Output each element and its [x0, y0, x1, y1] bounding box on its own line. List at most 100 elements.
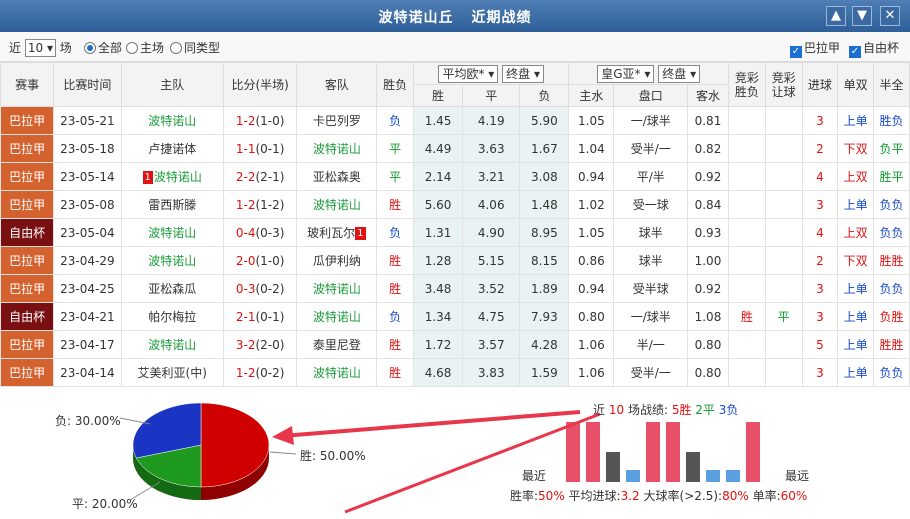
- team-name[interactable]: 波特诺山: [313, 282, 361, 296]
- arrow-down-icon[interactable]: ▼: [852, 6, 872, 26]
- team-name[interactable]: 雷西斯滕: [148, 198, 196, 212]
- league-cell[interactable]: 巴拉甲: [0, 358, 55, 387]
- table-row[interactable]: 巴拉甲 23-05-18 卢捷诺体 1-1(0-1) 波特诺山 平 4.49 3.63 1.67…: [0, 134, 910, 163]
- team-name[interactable]: 波特诺山: [148, 338, 196, 352]
- close-icon[interactable]: ✕: [880, 6, 900, 26]
- eu-mode-select[interactable]: 终盘 ▾: [502, 64, 544, 83]
- score-cell[interactable]: 2-0(1-0): [222, 246, 298, 275]
- away-team-cell[interactable]: 波特诺山: [296, 358, 378, 387]
- table-row[interactable]: 巴拉甲 23-05-08 雷西斯滕 1-2(1-2) 波特诺山 胜 5.60 4.06 1.48…: [0, 190, 910, 219]
- score-cell[interactable]: 2-1(0-1): [222, 302, 298, 331]
- away-team-cell[interactable]: 波特诺山: [296, 302, 378, 331]
- score-cell[interactable]: 1-1(0-1): [222, 134, 298, 163]
- col-lottery-handicap: 竞彩让球: [764, 62, 803, 107]
- home-team-cell[interactable]: 亚松森瓜: [120, 274, 224, 303]
- league-cell[interactable]: 自由杯: [0, 302, 55, 331]
- radio-home[interactable]: 主场: [126, 39, 164, 56]
- league-cell[interactable]: 巴拉甲: [0, 162, 55, 191]
- home-team-cell[interactable]: 波特诺山: [120, 330, 224, 359]
- home-team-cell[interactable]: 艾美利亚(中): [120, 358, 224, 387]
- team-name[interactable]: 波特诺山: [148, 114, 196, 128]
- radio-icon[interactable]: [170, 42, 182, 54]
- away-team-cell[interactable]: 玻利瓦尔 1: [296, 218, 378, 247]
- table-row[interactable]: 巴拉甲 23-04-14 艾美利亚(中) 1-2(0-2) 波特诺山胜 4.68 3.83 1…: [0, 358, 910, 387]
- oddeven-cell: 上单: [837, 302, 875, 331]
- checkbox-icon[interactable]: ✓: [790, 46, 802, 58]
- check-cup[interactable]: ✓ 自由杯: [849, 39, 899, 58]
- home-team-cell[interactable]: 波特诺山: [120, 246, 224, 275]
- away-team-cell[interactable]: 卡巴列罗: [296, 106, 378, 135]
- away-water-cell: 0.84: [687, 190, 729, 219]
- score-cell[interactable]: 1-2(0-2): [222, 358, 298, 387]
- away-team-cell[interactable]: 波特诺山: [296, 134, 378, 163]
- eu-loss-odds: 8.95: [519, 218, 570, 247]
- team-name[interactable]: 波特诺山: [313, 310, 361, 324]
- score-cell[interactable]: 2-2(2-1): [222, 162, 298, 191]
- team-name[interactable]: 波特诺山: [313, 142, 361, 156]
- team-name[interactable]: 波特诺山: [154, 170, 202, 184]
- home-water-cell: 1.04: [568, 134, 615, 163]
- radio-same-type[interactable]: 同类型: [170, 39, 220, 56]
- eu-company-select[interactable]: 平均欧* ▾: [438, 64, 499, 83]
- arrow-up-icon[interactable]: ▲: [826, 6, 846, 26]
- eu-loss-odds: 1.59: [519, 358, 570, 387]
- away-team-cell[interactable]: 亚松森奥: [296, 162, 378, 191]
- team-name[interactable]: 艾美利亚(中): [138, 366, 207, 380]
- league-cell[interactable]: 巴拉甲: [0, 106, 55, 135]
- team-name[interactable]: 亚松森奥: [313, 170, 361, 184]
- home-team-cell[interactable]: 波特诺山: [120, 218, 224, 247]
- asia-mode-select[interactable]: 终盘 ▾: [658, 64, 701, 83]
- score-cell[interactable]: 0-3(0-2): [222, 274, 298, 303]
- team-name[interactable]: 波特诺山: [313, 366, 361, 380]
- away-team-cell[interactable]: 波特诺山: [296, 190, 378, 219]
- team-name[interactable]: 卢捷诺体: [148, 142, 196, 156]
- league-cell[interactable]: 巴拉甲: [0, 190, 55, 219]
- away-team-cell[interactable]: 波特诺山: [296, 274, 378, 303]
- eu-draw-odds: 3.63: [462, 134, 521, 163]
- team-name[interactable]: 亚松森瓜: [148, 282, 196, 296]
- team-name[interactable]: 卡巴列罗: [313, 114, 361, 128]
- score-cell[interactable]: 1-2(1-2): [222, 190, 298, 219]
- team-name[interactable]: 玻利瓦尔: [307, 226, 355, 240]
- check-bala[interactable]: ✓ 巴拉甲: [790, 39, 840, 58]
- team-name[interactable]: 波特诺山: [148, 254, 196, 268]
- table-row[interactable]: 巴拉甲 23-04-25 亚松森瓜 0-3(0-2) 波特诺山 胜 3.48 3.52 1.89…: [0, 274, 910, 303]
- radio-all[interactable]: 全部: [84, 39, 122, 56]
- away-team-cell[interactable]: 泰里尼登: [296, 330, 378, 359]
- score-cell[interactable]: 1-2(1-0): [222, 106, 298, 135]
- home-team-cell[interactable]: 帕尔梅拉: [120, 302, 224, 331]
- table-row[interactable]: 巴拉甲 23-04-29 波特诺山 2-0(1-0) 瓜伊利纳 胜 1.28 5.15 8.15…: [0, 246, 910, 275]
- checkbox-icon[interactable]: ✓: [849, 46, 861, 58]
- league-cell[interactable]: 巴拉甲: [0, 246, 55, 275]
- team-name[interactable]: 波特诺山: [313, 198, 361, 212]
- lottery-handicap-cell: 平: [764, 302, 803, 331]
- arrow-line: [281, 410, 581, 438]
- score-cell[interactable]: 0-4(0-3): [222, 218, 298, 247]
- home-team-cell[interactable]: 雷西斯滕: [120, 190, 224, 219]
- league-cell[interactable]: 巴拉甲: [0, 330, 55, 359]
- table-row[interactable]: 自由杯 23-05-04 波特诺山 0-4(0-3) 玻利瓦尔 1 负 1.31 4.90 8.9…: [0, 218, 910, 247]
- home-team-cell[interactable]: 卢捷诺体: [120, 134, 224, 163]
- team-name[interactable]: 泰里尼登: [313, 338, 361, 352]
- match-count-select[interactable]: 10 ▾: [24, 39, 56, 57]
- radio-icon[interactable]: [126, 42, 138, 54]
- asia-company-select[interactable]: 皇G亚* ▾: [597, 64, 655, 83]
- home-team-cell[interactable]: 波特诺山: [120, 106, 224, 135]
- league-cell[interactable]: 自由杯: [0, 218, 55, 247]
- score-cell[interactable]: 3-2(2-0): [222, 330, 298, 359]
- table-row[interactable]: 巴拉甲 23-05-14 1 波特诺山 2-2(2-1) 亚松森奥平 2.14 3.21 3.0…: [0, 162, 910, 191]
- team-name[interactable]: 帕尔梅拉: [148, 310, 196, 324]
- team-name[interactable]: 波特诺山: [148, 226, 196, 240]
- table-row[interactable]: 自由杯 23-04-21 帕尔梅拉 2-1(0-1) 波特诺山 负 1.34 4.75 7.93…: [0, 302, 910, 331]
- home-team-cell[interactable]: 1 波特诺山: [120, 162, 224, 191]
- eu-draw-odds: 5.15: [462, 246, 521, 275]
- away-team-cell[interactable]: 瓜伊利纳: [296, 246, 378, 275]
- league-cell[interactable]: 巴拉甲: [0, 274, 55, 303]
- table-row[interactable]: 巴拉甲 23-05-21 波特诺山 1-2(1-0) 卡巴列罗 负 1.45 4.19 5.90…: [0, 106, 910, 135]
- league-cell[interactable]: 巴拉甲: [0, 134, 55, 163]
- col-eu-loss: 负: [519, 84, 570, 107]
- table-row[interactable]: 巴拉甲 23-04-17 波特诺山 3-2(2-0) 泰里尼登 胜 1.72 3.57 4.28…: [0, 330, 910, 359]
- team-name[interactable]: 瓜伊利纳: [313, 254, 361, 268]
- radio-icon[interactable]: [84, 42, 96, 54]
- oddeven-cell: 下双: [837, 134, 875, 163]
